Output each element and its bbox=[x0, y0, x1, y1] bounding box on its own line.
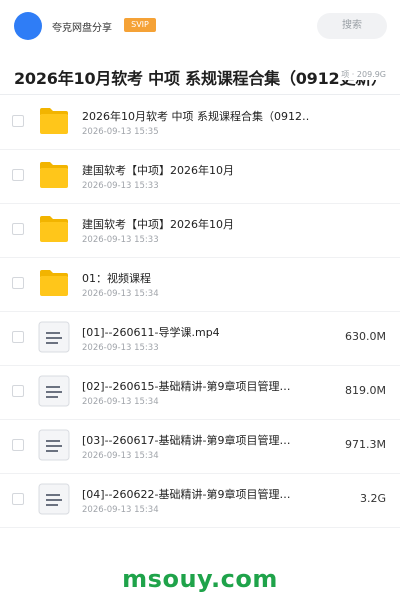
item-name[interactable]: [01]--260611-导学课.mp4 bbox=[82, 324, 310, 340]
row-checkbox[interactable] bbox=[12, 115, 24, 127]
folder-icon bbox=[38, 161, 70, 189]
row-checkbox[interactable] bbox=[12, 439, 24, 451]
top-bar: 夸克网盘分享 SVIP bbox=[0, 0, 400, 52]
item-name[interactable]: [02]--260615-基础精讲-第9章项目管理… bbox=[82, 378, 310, 394]
document-icon bbox=[38, 321, 70, 353]
file-row[interactable]: [01]--260611-导学课.mp4 2026-09-13 15:33 630.… bbox=[0, 311, 400, 366]
item-date: 2026-09-13 15:34 bbox=[82, 397, 159, 407]
folder-icon bbox=[38, 269, 70, 297]
page-title: 2026年10月软考 中项 系规课程合集（0912更新） bbox=[14, 69, 387, 88]
document-icon bbox=[38, 429, 70, 461]
folder-icon bbox=[38, 107, 70, 135]
folder-icon bbox=[38, 215, 70, 243]
row-checkbox[interactable] bbox=[12, 385, 24, 397]
file-row[interactable]: [04]--260622-基础精讲-第9章项目管理… 2026-09-13 15:… bbox=[0, 473, 400, 528]
svip-badge: SVIP bbox=[124, 18, 156, 32]
item-date: 2026-09-13 15:33 bbox=[82, 343, 159, 353]
document-icon bbox=[38, 483, 70, 515]
row-checkbox[interactable] bbox=[12, 277, 24, 289]
avatar[interactable] bbox=[14, 12, 42, 40]
folder-row[interactable]: 建国软考【中项】2026年10月 2026-09-13 15:33 bbox=[0, 149, 400, 204]
document-icon bbox=[38, 375, 70, 407]
item-size: 630.0M bbox=[345, 330, 386, 343]
row-checkbox[interactable] bbox=[12, 331, 24, 343]
item-size: 971.3M bbox=[345, 438, 386, 451]
row-checkbox[interactable] bbox=[12, 169, 24, 181]
item-name[interactable]: 2026年10月软考 中项 系规课程合集（0912… bbox=[82, 108, 310, 124]
item-name[interactable]: [04]--260622-基础精讲-第9章项目管理… bbox=[82, 486, 310, 502]
folder-meta: 项 · 209.9G bbox=[339, 69, 386, 80]
item-date: 2026-09-13 15:34 bbox=[82, 451, 159, 461]
item-date: 2026-09-13 15:33 bbox=[82, 181, 159, 191]
item-name[interactable]: 建国软考【中项】2026年10月 bbox=[82, 162, 310, 178]
search-input[interactable] bbox=[317, 13, 387, 39]
item-size: 3.2G bbox=[359, 492, 386, 505]
item-date: 2026-09-13 15:33 bbox=[82, 235, 159, 245]
user-name[interactable]: 夸克网盘分享 bbox=[52, 19, 112, 34]
row-checkbox[interactable] bbox=[12, 493, 24, 505]
item-date: 2026-09-13 15:34 bbox=[82, 289, 159, 299]
folder-header: 2026年10月软考 中项 系规课程合集（0912更新） 项 · 209.9G bbox=[0, 54, 400, 95]
item-date: 2026-09-13 15:35 bbox=[82, 127, 159, 137]
folder-row[interactable]: 01：视频课程 2026-09-13 15:34 bbox=[0, 257, 400, 312]
file-row[interactable]: [02]--260615-基础精讲-第9章项目管理… 2026-09-13 15:… bbox=[0, 365, 400, 420]
item-name[interactable]: 01：视频课程 bbox=[82, 270, 310, 286]
row-checkbox[interactable] bbox=[12, 223, 24, 235]
item-date: 2026-09-13 15:34 bbox=[82, 505, 159, 515]
item-name[interactable]: 建国软考【中项】2026年10月 bbox=[82, 216, 310, 232]
item-name[interactable]: [03]--260617-基础精讲-第9章项目管理… bbox=[82, 432, 310, 448]
file-row[interactable]: [03]--260617-基础精讲-第9章项目管理… 2026-09-13 15:… bbox=[0, 419, 400, 474]
watermark-text: msouy.com bbox=[122, 565, 278, 593]
folder-row[interactable]: 2026年10月软考 中项 系规课程合集（0912… 2026-09-13 15:… bbox=[0, 95, 400, 150]
folder-row[interactable]: 建国软考【中项】2026年10月 2026-09-13 15:33 bbox=[0, 203, 400, 258]
item-size: 819.0M bbox=[345, 384, 386, 397]
